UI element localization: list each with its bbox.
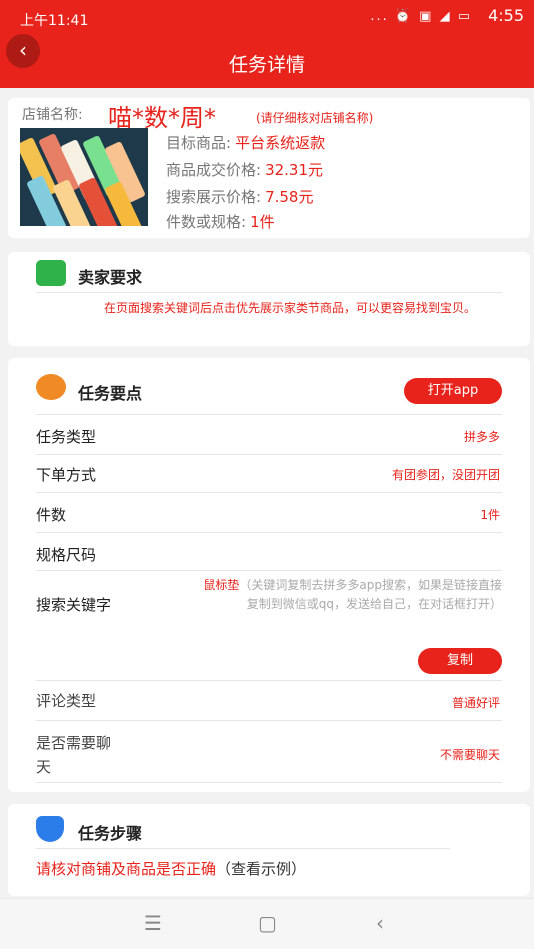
- points-title: 任务要点: [78, 384, 143, 403]
- keyword-note: （关键词复制去拼多多app搜索，如果是链接直接复制到微信或qq，发送给自己，在对…: [239, 578, 502, 611]
- status-bar: 上午11:41 ... ⏰ ▣ ◢ ▭ 4:55: [0, 0, 534, 36]
- seller-requirements-card: 卖家要求 在页面搜索关键词后点击优先展示家类节商品，可以更容易找到宝贝。: [8, 252, 530, 346]
- quantity-spec-row: 件数或规格: 1件: [166, 213, 275, 231]
- steps-text: 请核对商铺及商品是否正确（查看示例）: [36, 860, 307, 878]
- page-title: 任务详情: [228, 54, 305, 76]
- seller-title: 卖家要求: [78, 268, 143, 287]
- spec-label: 规格尺码: [36, 546, 97, 564]
- product-image[interactable]: [20, 128, 148, 226]
- menu-icon[interactable]: ☰: [144, 911, 162, 935]
- comment-type-label: 评论类型: [36, 692, 97, 710]
- task-type-label: 任务类型: [36, 428, 97, 446]
- task-steps-card: 任务步骤 请核对商铺及商品是否正确（查看示例）: [8, 804, 530, 896]
- view-example-link[interactable]: （查看示例）: [216, 860, 306, 878]
- keyword-value: 鼠标垫: [203, 578, 240, 592]
- quantity-label: 件数: [36, 506, 67, 524]
- steps-title: 任务步骤: [78, 824, 143, 843]
- target-product-row: 目标商品: 平台系统返款: [166, 134, 326, 152]
- deal-price-row: 商品成交价格: 32.31元: [166, 161, 324, 179]
- chat-value: 不需要聊天: [439, 748, 500, 762]
- seller-requirement-text: 在页面搜索关键词后点击优先展示家类节商品，可以更容易找到宝贝。: [103, 301, 476, 315]
- store-name-label: 店铺名称:: [22, 107, 83, 123]
- comment-type-value: 普通好评: [451, 696, 500, 710]
- home-icon[interactable]: ▢: [258, 911, 277, 935]
- seller-icon: [36, 260, 66, 286]
- open-app-button[interactable]: 打开app: [404, 378, 502, 404]
- pig-icon: [36, 374, 66, 400]
- task-type-value: 拼多多: [463, 430, 500, 444]
- nav-back-icon[interactable]: ‹: [376, 911, 384, 935]
- chat-label-line2: 天: [36, 758, 52, 776]
- order-method-value: 有团参团，没团开团: [391, 468, 500, 482]
- chat-label-line1: 是否需要聊: [36, 734, 112, 752]
- order-method-label: 下单方式: [36, 466, 97, 484]
- keyword-block: 鼠标垫（关键词复制去拼多多app搜索，如果是链接直接复制到微信或qq，发送给自己…: [198, 576, 502, 614]
- system-nav-bar: ☰ ▢ ‹: [0, 898, 534, 949]
- keyword-label: 搜索关键字: [36, 596, 112, 614]
- display-price-row: 搜索展示价格: 7.58元: [166, 188, 314, 206]
- shield-icon: [36, 816, 64, 842]
- status-clock: 4:55: [488, 6, 524, 25]
- quantity-value: 1件: [480, 508, 500, 522]
- task-points-card: 任务要点 打开app 任务类型 拼多多 下单方式 有团参团，没团开团 件数 1件…: [8, 358, 530, 792]
- store-card: 店铺名称: 喵*数*周* (请仔细核对店铺名称) 目标商品: 平台系统返款 商品成…: [8, 98, 530, 238]
- store-name-hint: (请仔细核对店铺名称): [256, 111, 374, 125]
- app-bar: ‹ 任务详情: [0, 34, 534, 88]
- copy-button[interactable]: 复制: [418, 648, 502, 674]
- status-icons: ... ⏰ ▣ ◢ ▭: [370, 9, 472, 24]
- status-time: 上午11:41: [20, 13, 89, 29]
